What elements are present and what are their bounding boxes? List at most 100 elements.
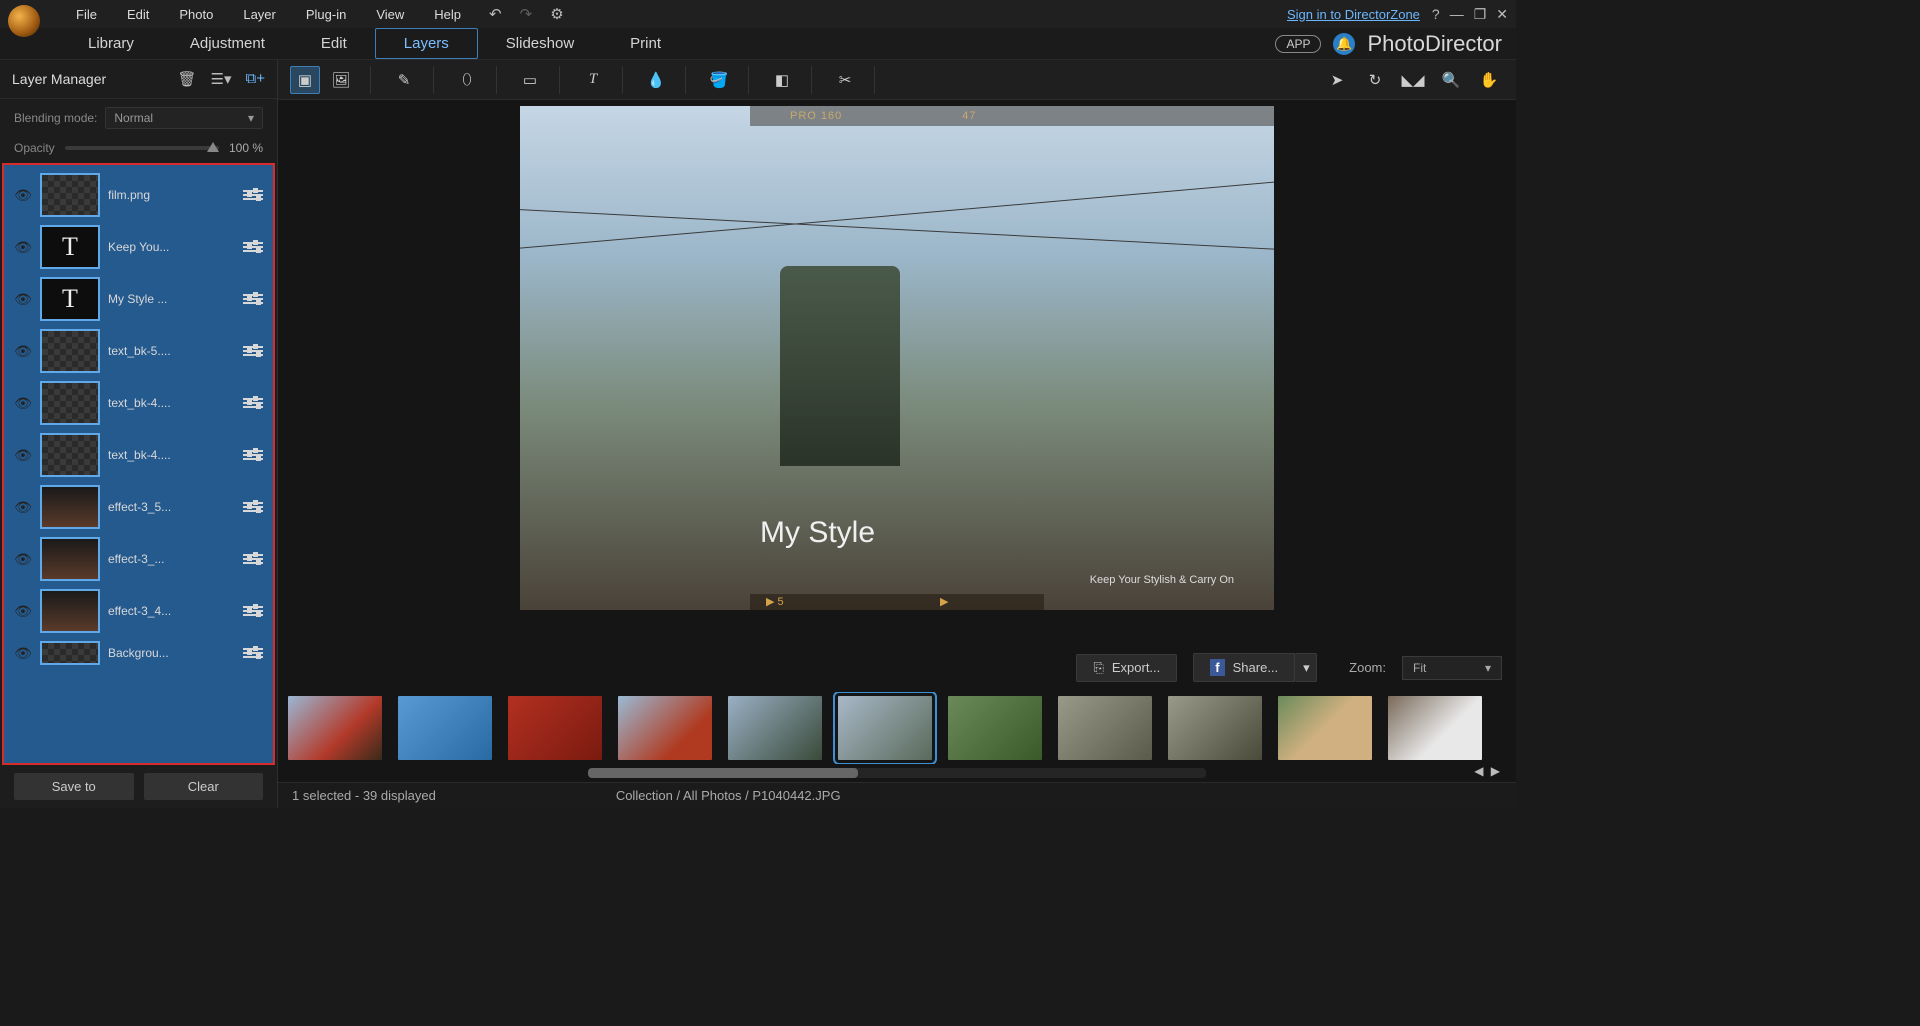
filmstrip-thumb[interactable] [948, 696, 1042, 760]
filmstrip-thumb[interactable] [1058, 696, 1152, 760]
layer-settings-icon[interactable] [243, 395, 263, 411]
layer-row[interactable]: 👁Backgrou... [10, 637, 267, 669]
visibility-eye-icon[interactable]: 👁 [14, 291, 32, 308]
tab-print[interactable]: Print [602, 29, 689, 58]
layer-settings-icon[interactable] [243, 603, 263, 619]
help-icon[interactable]: ? [1432, 6, 1440, 23]
filmstrip-thumb[interactable] [618, 696, 712, 760]
pointer-icon[interactable]: ➤ [1322, 66, 1352, 94]
share-dropdown[interactable]: ▾ [1295, 653, 1317, 682]
minimize-icon[interactable]: — [1450, 6, 1464, 23]
pan-icon[interactable]: ✋ [1474, 66, 1504, 94]
layer-thumbnail[interactable] [40, 329, 100, 373]
tab-library[interactable]: Library [60, 29, 162, 58]
menu-photo[interactable]: Photo [179, 7, 213, 22]
layer-thumbnail[interactable] [40, 173, 100, 217]
fill-tool-icon[interactable]: 🪣 [704, 66, 734, 94]
notification-bell-icon[interactable]: 🔔 [1333, 33, 1355, 55]
menu-layer[interactable]: Layer [243, 7, 276, 22]
visibility-eye-icon[interactable]: 👁 [14, 645, 32, 662]
tab-adjustment[interactable]: Adjustment [162, 29, 293, 58]
layer-thumbnail[interactable] [40, 641, 100, 665]
visibility-eye-icon[interactable]: 👁 [14, 603, 32, 620]
layer-settings-icon[interactable] [243, 645, 263, 661]
filmstrip-scrollbar[interactable] [588, 768, 1206, 778]
gradient-tool-icon[interactable]: ◧ [767, 66, 797, 94]
save-to-button[interactable]: Save to [14, 773, 134, 800]
layer-settings-icon[interactable] [243, 187, 263, 203]
close-icon[interactable]: ✕ [1496, 6, 1508, 23]
filmstrip[interactable] [288, 692, 1506, 764]
layer-thumbnail[interactable] [40, 433, 100, 477]
layer-settings-icon[interactable] [243, 291, 263, 307]
canvas[interactable]: PRO 160 47 My Style Keep Your Stylish & … [520, 106, 1274, 610]
filmstrip-nav[interactable]: ◀ ▶ [1474, 764, 1502, 778]
zoom-icon[interactable]: 🔍 [1436, 66, 1466, 94]
layer-thumbnail[interactable] [40, 589, 100, 633]
layer-row[interactable]: 👁film.png [10, 169, 267, 221]
layer-row[interactable]: 👁effect-3_4... [10, 585, 267, 637]
tab-edit[interactable]: Edit [293, 29, 375, 58]
flip-icon[interactable]: ◣◢ [1398, 66, 1428, 94]
layer-thumbnail[interactable] [40, 485, 100, 529]
filmstrip-thumb[interactable] [1168, 696, 1262, 760]
menu-edit[interactable]: Edit [127, 7, 149, 22]
menu-help[interactable]: Help [434, 7, 461, 22]
visibility-eye-icon[interactable]: 👁 [14, 499, 32, 516]
layer-row[interactable]: 👁text_bk-4.... [10, 377, 267, 429]
undo-icon[interactable]: ↶ [489, 5, 502, 23]
layer-row[interactable]: 👁text_bk-5.... [10, 325, 267, 377]
app-badge[interactable]: APP [1275, 35, 1321, 53]
rotate-icon[interactable]: ↻ [1360, 66, 1390, 94]
add-layer-icon[interactable]: ⧉+ [246, 70, 265, 88]
clear-button[interactable]: Clear [144, 773, 264, 800]
layer-settings-icon[interactable] [243, 551, 263, 567]
filmstrip-thumb[interactable] [1388, 696, 1482, 760]
image-tool-icon[interactable]: 🖼 [326, 66, 356, 94]
blending-mode-select[interactable]: Normal ▾ [105, 107, 263, 129]
layer-settings-icon[interactable] [243, 343, 263, 359]
brush-tool-icon[interactable]: ✎ [389, 66, 419, 94]
layer-thumbnail[interactable] [40, 537, 100, 581]
delete-layer-icon[interactable]: 🗑 [177, 70, 196, 88]
share-button[interactable]: f Share... [1193, 653, 1295, 682]
visibility-eye-icon[interactable]: 👁 [14, 447, 32, 464]
filmstrip-thumb[interactable] [728, 696, 822, 760]
filmstrip-thumb-selected[interactable] [838, 696, 932, 760]
menu-file[interactable]: File [76, 7, 97, 22]
layer-row[interactable]: 👁text_bk-4.... [10, 429, 267, 481]
filmstrip-thumb[interactable] [1278, 696, 1372, 760]
blur-tool-icon[interactable]: 💧 [641, 66, 671, 94]
menu-view[interactable]: View [376, 7, 404, 22]
layer-thumbnail[interactable] [40, 381, 100, 425]
select-tool-icon[interactable]: ▣ [290, 66, 320, 94]
visibility-eye-icon[interactable]: 👁 [14, 239, 32, 256]
tab-slideshow[interactable]: Slideshow [478, 29, 602, 58]
layer-row[interactable]: 👁effect-3_5... [10, 481, 267, 533]
shape-tool-icon[interactable]: ▭ [515, 66, 545, 94]
filmstrip-thumb[interactable] [508, 696, 602, 760]
visibility-eye-icon[interactable]: 👁 [14, 395, 32, 412]
redo-icon[interactable]: ↷ [520, 5, 533, 23]
settings-gear-icon[interactable]: ⚙ [550, 5, 563, 23]
filmstrip-thumb[interactable] [398, 696, 492, 760]
layers-list[interactable]: 👁film.png👁TKeep You...👁TMy Style ...👁tex… [4, 165, 273, 763]
export-button[interactable]: ⎘ Export... [1076, 654, 1177, 682]
visibility-eye-icon[interactable]: 👁 [14, 551, 32, 568]
menu-plugin[interactable]: Plug-in [306, 7, 346, 22]
zoom-select[interactable]: Fit ▾ [1402, 656, 1502, 680]
filmstrip-thumb[interactable] [288, 696, 382, 760]
opacity-slider[interactable] [65, 146, 219, 150]
layer-row[interactable]: 👁TMy Style ... [10, 273, 267, 325]
text-tool-icon[interactable]: T [578, 66, 608, 94]
layer-settings-icon[interactable] [243, 499, 263, 515]
layer-thumbnail[interactable]: T [40, 277, 100, 321]
adjustment-tool-icon[interactable]: ✂ [830, 66, 860, 94]
visibility-eye-icon[interactable]: 👁 [14, 343, 32, 360]
layer-menu-icon[interactable]: ☰▾ [211, 70, 232, 88]
tab-layers[interactable]: Layers [375, 28, 478, 59]
signin-link[interactable]: Sign in to DirectorZone [1287, 7, 1420, 22]
layer-thumbnail[interactable]: T [40, 225, 100, 269]
eraser-tool-icon[interactable]: ⬯ [452, 66, 482, 94]
layer-settings-icon[interactable] [243, 447, 263, 463]
